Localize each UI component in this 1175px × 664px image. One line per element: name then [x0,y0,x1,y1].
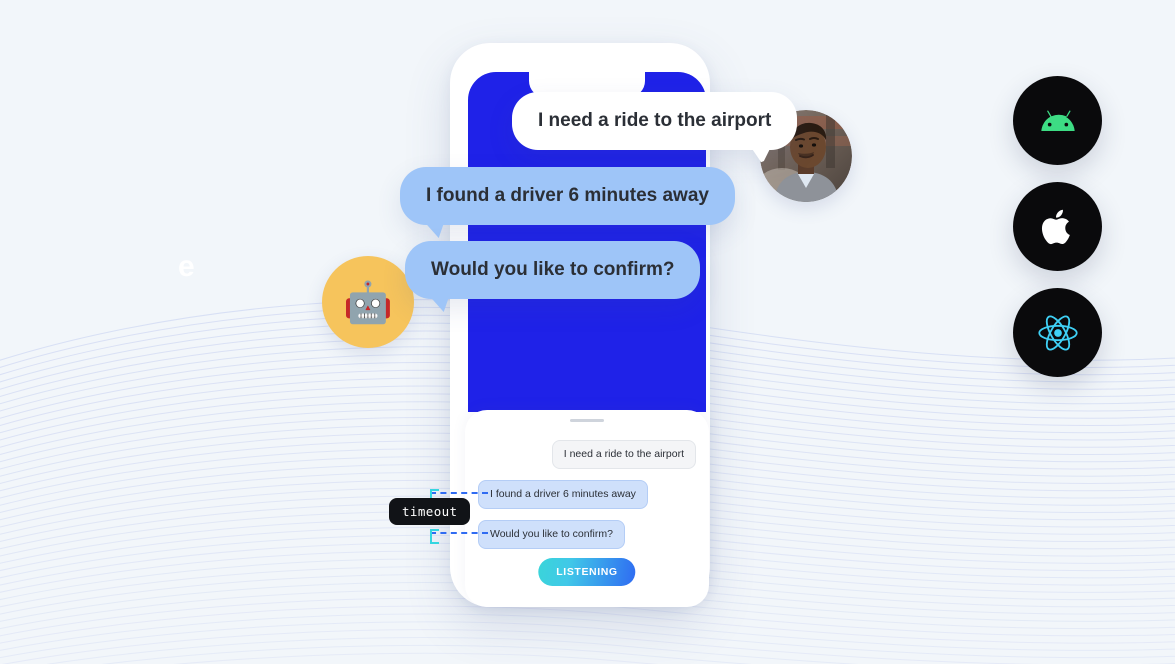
mini-message-row-1: I need a ride to the airport [551,440,696,469]
speech-bubble-bot-1: I found a driver 6 minutes away [400,167,735,225]
react-icon [1037,314,1078,351]
platform-badge-android[interactable] [1013,76,1102,165]
sheet-drag-handle[interactable] [570,419,604,422]
timeout-connector-line-top [430,489,488,504]
platform-badge-apple[interactable] [1013,182,1102,271]
robot-avatar: 🤖 [322,256,414,348]
platform-badge-list [1013,76,1102,377]
mini-message-row-3: Would you like to confirm? [478,520,625,549]
timeout-label: timeout [389,498,471,525]
speech-bubble-bot-2: Would you like to confirm? [405,241,701,299]
mini-bubble-user: I need a ride to the airport [551,440,696,469]
platform-badge-react[interactable] [1013,288,1102,377]
listening-button[interactable]: LISTENING [538,558,636,586]
bottom-sheet: I need a ride to the airport I found a d… [465,410,709,607]
mini-message-row-2: I found a driver 6 minutes away [478,480,648,509]
apple-icon [1041,209,1070,244]
mini-bubble-bot: I found a driver 6 minutes away [478,480,648,509]
speech-bubble-user: I need a ride to the airport [512,92,798,150]
timeout-connector-line-bottom [430,529,488,544]
robot-icon: 🤖 [343,280,393,325]
android-icon [1040,110,1075,131]
screen-ghost-letter: e [178,250,195,283]
mini-bubble-bot: Would you like to confirm? [478,520,625,549]
